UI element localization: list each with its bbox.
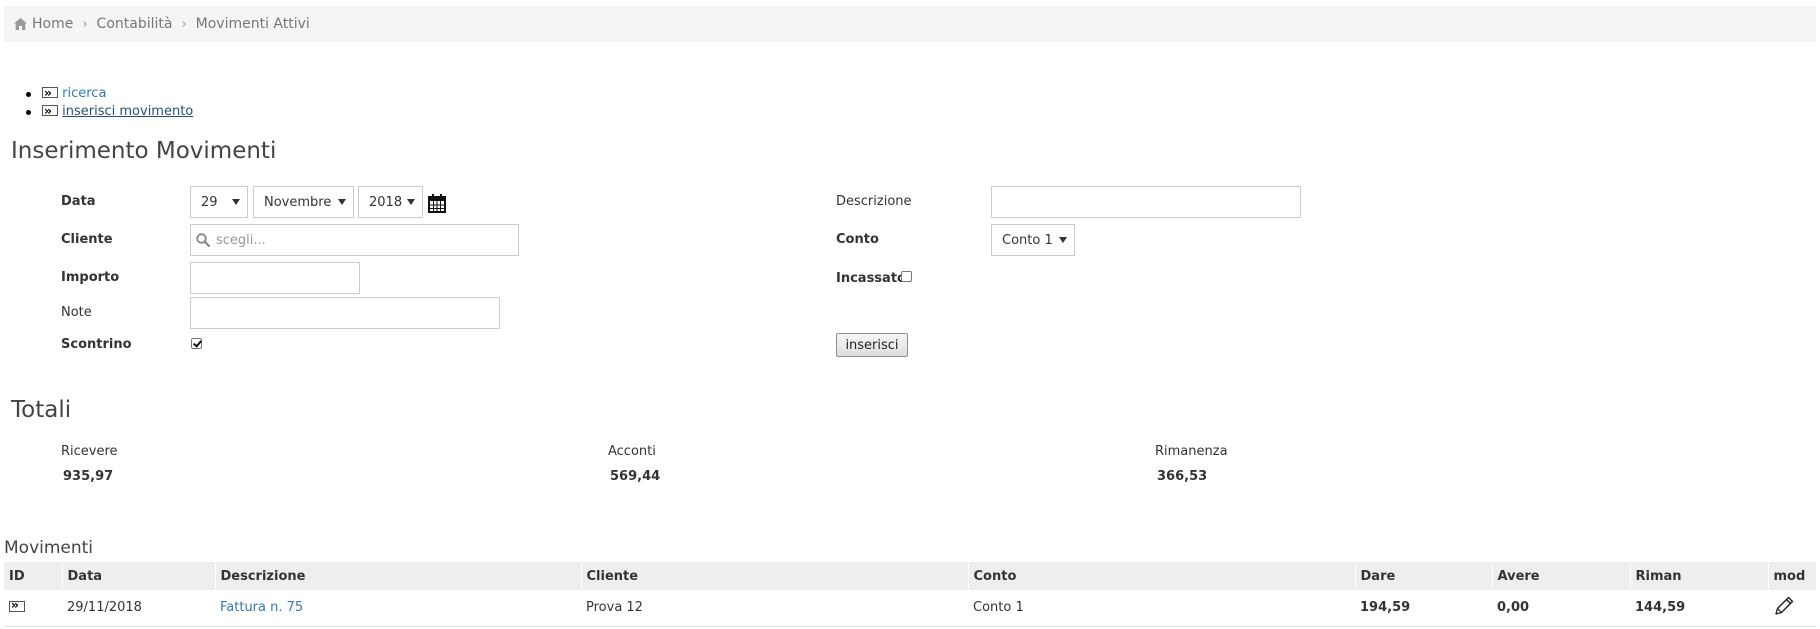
dropdown-arrow-icon [407, 199, 415, 205]
cell-data: 29/11/2018 [67, 600, 142, 616]
cell-conto: Conto 1 [973, 600, 1024, 616]
ricevere-label: Ricevere [61, 444, 118, 459]
col-header-data[interactable]: Data [61, 562, 215, 590]
cliente-search-input[interactable]: scegli... [190, 224, 519, 256]
cliente-label: Cliente [61, 232, 113, 247]
breadcrumb: Home › Contabilità › Movimenti Attivi [4, 6, 1816, 42]
note-label: Note [61, 305, 92, 320]
day-select-value: 29 [201, 194, 218, 210]
descrizione-label: Descrizione [836, 194, 912, 209]
descrizione-input[interactable] [991, 186, 1301, 218]
home-icon [14, 18, 27, 30]
scontrino-label: Scontrino [61, 337, 132, 352]
note-input[interactable] [190, 297, 500, 329]
month-select[interactable]: Novembre [253, 186, 354, 218]
descrizione-link[interactable]: Fattura n. 75 [220, 600, 303, 615]
day-select[interactable]: 29 [190, 186, 248, 218]
acconti-label: Acconti [608, 444, 656, 459]
col-header-id[interactable]: ID [4, 562, 62, 590]
search-icon [196, 233, 210, 247]
col-header-conto[interactable]: Conto [967, 562, 1355, 590]
cell-dare: 194,59 [1360, 600, 1411, 616]
breadcrumb-contabilita[interactable]: Contabilità [97, 16, 173, 32]
chevron-right-icon: › [82, 16, 88, 32]
incassato-checkbox[interactable] [901, 271, 912, 282]
link-item-inserisci: inserisci movimento [22, 102, 193, 121]
insert-movement-link[interactable]: inserisci movimento [62, 104, 193, 119]
col-header-avere[interactable]: Avere [1491, 562, 1630, 590]
acconti-value: 569,44 [610, 469, 661, 484]
movimenti-title: Movimenti [4, 538, 94, 558]
fast-forward-icon [42, 84, 58, 102]
cell-id [4, 590, 62, 626]
col-header-riman[interactable]: Riman [1629, 562, 1768, 590]
col-header-mod: mod [1767, 562, 1816, 590]
rimanenza-label: Rimanenza [1155, 444, 1228, 459]
conto-select-value: Conto 1 [1002, 232, 1053, 248]
fast-forward-icon[interactable] [9, 598, 25, 613]
conto-label: Conto [836, 232, 879, 247]
scontrino-checkbox[interactable] [191, 338, 202, 349]
totals-title: Totali [11, 397, 72, 423]
dropdown-arrow-icon [338, 199, 346, 205]
chevron-right-icon: › [181, 16, 187, 32]
action-links: ricerca inserisci movimento [22, 84, 193, 121]
year-select-value: 2018 [369, 194, 403, 210]
table-header-row: ID Data Descrizione Cliente Conto Dare A… [4, 562, 1816, 590]
ricevere-value: 935,97 [63, 469, 114, 484]
dropdown-arrow-icon [232, 199, 240, 205]
year-select[interactable]: 2018 [358, 186, 423, 218]
cell-avere: 0,00 [1497, 600, 1530, 616]
table-row: 29/11/2018 Fattura n. 75 Prova 12 Conto … [4, 590, 1816, 626]
cell-descrizione: Fattura n. 75 [215, 590, 581, 626]
incassato-label: Incassato [836, 271, 906, 286]
search-link[interactable]: ricerca [62, 86, 106, 101]
importo-input[interactable] [190, 262, 360, 294]
fast-forward-icon [42, 102, 58, 120]
col-header-dare[interactable]: Dare [1354, 562, 1492, 590]
inserisci-button[interactable]: inserisci [836, 333, 908, 357]
rimanenza-value: 366,53 [1157, 469, 1208, 484]
cliente-placeholder: scegli... [216, 232, 266, 248]
date-label: Data [61, 194, 96, 209]
conto-select[interactable]: Conto 1 [991, 224, 1075, 256]
breadcrumb-home[interactable]: Home [32, 16, 73, 32]
form-title: Inserimento Movimenti [11, 138, 277, 164]
cell-mod [1768, 590, 1816, 626]
link-item-ricerca: ricerca [22, 84, 193, 103]
month-select-value: Novembre [264, 194, 332, 210]
cell-cliente: Prova 12 [586, 600, 643, 616]
movimenti-table: ID Data Descrizione Cliente Conto Dare A… [4, 562, 1816, 627]
importo-label: Importo [61, 270, 120, 285]
col-header-cliente[interactable]: Cliente [580, 562, 968, 590]
pencil-icon[interactable] [1773, 595, 1795, 617]
calendar-icon[interactable] [428, 194, 446, 213]
col-header-descrizione[interactable]: Descrizione [214, 562, 581, 590]
breadcrumb-current: Movimenti Attivi [195, 16, 310, 32]
dropdown-arrow-icon [1059, 237, 1067, 243]
cell-riman: 144,59 [1635, 600, 1686, 616]
